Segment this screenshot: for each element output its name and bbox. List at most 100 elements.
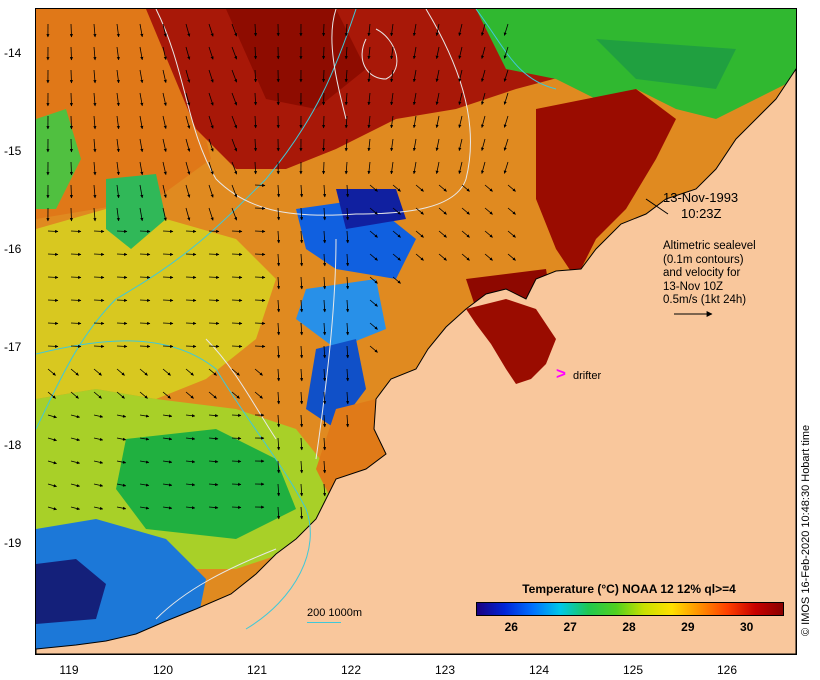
velocity-arrow <box>69 46 73 61</box>
x-tick-label: 120 <box>152 663 174 677</box>
y-tick-label: -14 <box>4 46 22 60</box>
velocity-arrow <box>185 275 197 279</box>
colorbar-label: 26 <box>504 620 518 634</box>
velocity-arrow <box>69 69 73 84</box>
x-tick-label: 124 <box>528 663 550 677</box>
velocity-arrow <box>139 229 151 233</box>
velocity-arrow <box>47 275 59 279</box>
temperature-legend: Temperature (°C) NOAA 12 12% ql>=4 26 27 2… <box>476 582 784 634</box>
velocity-arrow <box>208 298 220 302</box>
velocity-arrow <box>254 229 266 233</box>
velocity-arrow <box>70 321 82 325</box>
drifter-label: drifter <box>573 370 602 382</box>
velocity-arrow <box>93 321 105 325</box>
image-date: 13-Nov-1993 <box>663 190 739 205</box>
velocity-arrow <box>322 138 326 152</box>
y-tick-label: -18 <box>4 438 22 452</box>
velocity-arrow <box>231 252 243 256</box>
velocity-arrow <box>231 413 242 417</box>
y-tick-label: -15 <box>4 144 22 158</box>
velocity-arrow <box>185 229 197 233</box>
velocity-arrow <box>322 23 326 37</box>
velocity-arrow <box>116 344 128 348</box>
velocity-arrow <box>47 298 59 302</box>
velocity-arrow <box>322 92 326 106</box>
sst-map <box>35 8 797 655</box>
velocity-arrow <box>254 275 266 279</box>
colorbar-label: 28 <box>622 620 636 634</box>
velocity-arrow <box>93 344 105 348</box>
velocity-arrow <box>231 321 243 325</box>
x-tick-label: 126 <box>716 663 738 677</box>
velocity-arrow <box>322 115 326 129</box>
velocity-arrow <box>208 252 220 256</box>
y-tick-label: -19 <box>4 536 22 550</box>
altimetry-note: Altimetric sealevel (0.1m contours) and … <box>663 240 756 308</box>
x-tick-label: 119 <box>59 663 79 677</box>
velocity-arrow <box>69 115 73 130</box>
velocity-arrow <box>185 321 197 325</box>
velocity-arrow <box>116 252 128 256</box>
velocity-arrow <box>162 229 174 233</box>
velocity-arrow <box>70 252 82 256</box>
velocity-arrow <box>185 252 197 256</box>
velocity-arrow <box>208 275 220 279</box>
velocity-arrow <box>231 436 242 440</box>
altimetry-line: (0.1m contours) <box>663 253 744 266</box>
x-tick-label: 123 <box>434 663 456 677</box>
velocity-arrow <box>69 92 73 107</box>
velocity-arrow <box>162 298 174 302</box>
velocity-arrow <box>231 505 242 509</box>
velocity-arrow <box>116 275 128 279</box>
velocity-arrow <box>70 298 82 302</box>
colorbar-label: 30 <box>740 620 754 634</box>
velocity-arrow <box>116 229 128 233</box>
image-time: 10:23Z <box>681 206 722 221</box>
velocity-arrow <box>47 344 59 348</box>
velocity-arrow <box>162 344 174 348</box>
velocity-arrow <box>208 344 220 348</box>
velocity-arrow <box>139 275 151 279</box>
velocity-arrow <box>93 298 105 302</box>
colorbar-label: 29 <box>681 620 695 634</box>
velocity-arrow <box>322 69 326 83</box>
velocity-arrow <box>231 275 243 279</box>
velocity-arrow <box>139 252 151 256</box>
depth-legend: 200 1000m <box>307 607 363 619</box>
velocity-arrow <box>322 161 326 175</box>
velocity-arrow <box>162 321 174 325</box>
velocity-arrow <box>208 321 220 325</box>
y-tick-label: -16 <box>4 242 22 256</box>
drifter-marker-icon: > <box>556 364 566 383</box>
velocity-arrow <box>69 207 73 222</box>
image-date-time: 13-Nov-1993 10:23Z <box>663 190 738 222</box>
x-tick-label: 122 <box>340 663 362 677</box>
velocity-arrow <box>93 252 105 256</box>
altimetry-line: 0.5m/s (1kt 24h) <box>663 294 747 306</box>
velocity-arrow <box>231 298 243 302</box>
depth-legend-line <box>307 622 341 623</box>
velocity-arrow <box>322 46 326 60</box>
legend-title: Temperature (°C) NOAA 12 12% ql>=4 <box>522 582 736 596</box>
velocity-arrow <box>69 23 73 38</box>
velocity-arrow <box>254 321 266 325</box>
velocity-arrow <box>69 138 73 153</box>
velocity-arrow <box>139 321 151 325</box>
colorbar-label: 27 <box>563 620 577 634</box>
velocity-arrow <box>69 184 73 199</box>
velocity-arrow <box>47 321 59 325</box>
velocity-arrow <box>254 344 266 348</box>
velocity-arrow <box>70 275 82 279</box>
temperature-colorbar <box>476 602 784 616</box>
velocity-arrow <box>208 229 220 233</box>
x-tick-label: 121 <box>246 663 268 677</box>
velocity-arrow <box>162 275 174 279</box>
velocity-arrow <box>231 482 242 486</box>
velocity-arrow <box>93 275 105 279</box>
velocity-arrow <box>185 344 197 348</box>
velocity-arrow <box>70 229 82 233</box>
x-tick-label: 125 <box>622 663 644 677</box>
velocity-arrow <box>139 298 151 302</box>
velocity-arrow <box>231 459 242 463</box>
velocity-arrow <box>116 321 128 325</box>
